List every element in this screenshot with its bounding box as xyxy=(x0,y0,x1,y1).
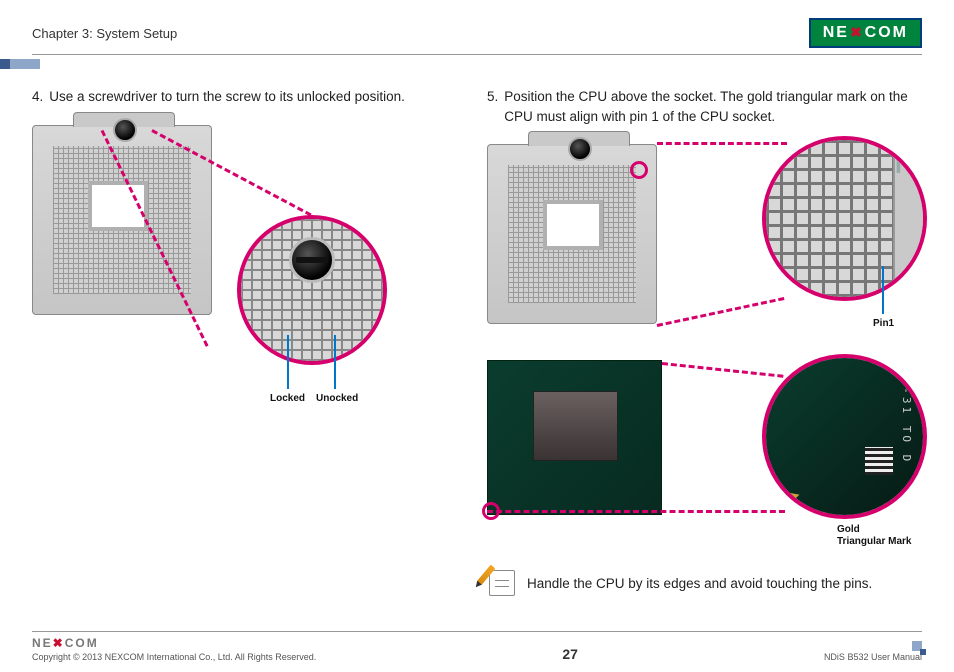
step-5-body: Position the CPU above the socket. The g… xyxy=(504,87,922,126)
label-gold-triangle: Gold Triangular Mark xyxy=(837,524,911,548)
page-number: 27 xyxy=(562,646,578,662)
zoom-dashed-line xyxy=(657,297,785,327)
figure-cpu-triangle: i5-31 TO D Gold Triangular Mark xyxy=(487,360,922,560)
label-gold-line1: Gold xyxy=(837,524,860,535)
socket-screw xyxy=(113,118,137,142)
step-4-body: Use a screwdriver to turn the screw to i… xyxy=(49,87,467,107)
pin1-marker-small xyxy=(630,161,648,179)
page-header: Chapter 3: System Setup NE ✖ COM xyxy=(32,18,922,55)
footer-mark-icon xyxy=(912,641,922,651)
zoom-circle-triangle: i5-31 TO D xyxy=(762,354,927,519)
label-gold-line2: Triangular Mark xyxy=(837,536,911,547)
cpu-qr-code xyxy=(865,447,893,475)
step-4-text: 4. Use a screwdriver to turn the screw t… xyxy=(32,87,467,107)
page-footer: NE✖COM Copyright © 2013 NEXCOM Internati… xyxy=(32,631,922,662)
footer-left: NE✖COM Copyright © 2013 NEXCOM Internati… xyxy=(32,636,316,662)
footer-brand-right: COM xyxy=(65,636,99,650)
left-column: 4. Use a screwdriver to turn the screw t… xyxy=(32,87,467,631)
cpu-socket-image xyxy=(32,125,212,315)
cpu-marking-text: i5-31 TO D xyxy=(900,368,913,464)
cpu-socket-image-2 xyxy=(487,144,657,324)
cpu-chip-image xyxy=(487,360,662,515)
note-paper-icon xyxy=(489,570,515,596)
side-tab-decoration xyxy=(0,59,40,69)
chapter-title: Chapter 3: System Setup xyxy=(32,26,177,41)
socket-screw-2 xyxy=(568,137,592,161)
pointer-line-unlocked xyxy=(334,335,336,389)
brand-text-right: COM xyxy=(865,24,908,42)
footer-right: NDiS B532 User Manual xyxy=(824,640,922,662)
doc-title: NDiS B532 User Manual xyxy=(824,652,922,662)
footer-brand-logo: NE✖COM xyxy=(32,636,316,650)
footer-brand-x-icon: ✖ xyxy=(53,636,65,650)
zoom-dashed-line xyxy=(487,510,785,513)
step-4-number: 4. xyxy=(32,87,43,107)
socket-cutout-2 xyxy=(543,200,603,250)
copyright-text: Copyright © 2013 NEXCOM International Co… xyxy=(32,652,316,662)
main-content: 4. Use a screwdriver to turn the screw t… xyxy=(32,87,922,631)
pointer-line-locked xyxy=(287,335,289,389)
figure-screw-unlock: Locked Unocked xyxy=(32,125,467,415)
socket-letter-n: N xyxy=(895,148,915,180)
brand-x-icon: ✖ xyxy=(850,24,864,41)
step-5-text: 5. Position the CPU above the socket. Th… xyxy=(487,87,922,126)
label-pin1: Pin1 xyxy=(873,318,894,329)
label-locked: Locked xyxy=(270,393,305,404)
label-unlocked: Unocked xyxy=(316,393,358,404)
footer-brand-left: NE xyxy=(32,636,53,650)
figure-socket-pin1: N Pin1 xyxy=(487,144,922,354)
pointer-line-pin1 xyxy=(882,266,884,314)
zoom-circle-pin1: N xyxy=(762,136,927,301)
brand-logo: NE ✖ COM xyxy=(809,18,922,48)
brand-text-left: NE xyxy=(823,24,849,42)
zoom-screw-slot xyxy=(296,257,328,263)
right-column: 5. Position the CPU above the socket. Th… xyxy=(487,87,922,631)
cpu-die xyxy=(533,391,618,461)
note-row: Handle the CPU by its edges and avoid to… xyxy=(487,568,922,598)
step-5-number: 5. xyxy=(487,87,498,126)
note-icon xyxy=(487,568,517,598)
note-text: Handle the CPU by its edges and avoid to… xyxy=(527,576,872,591)
zoom-circle-screw xyxy=(237,215,387,365)
